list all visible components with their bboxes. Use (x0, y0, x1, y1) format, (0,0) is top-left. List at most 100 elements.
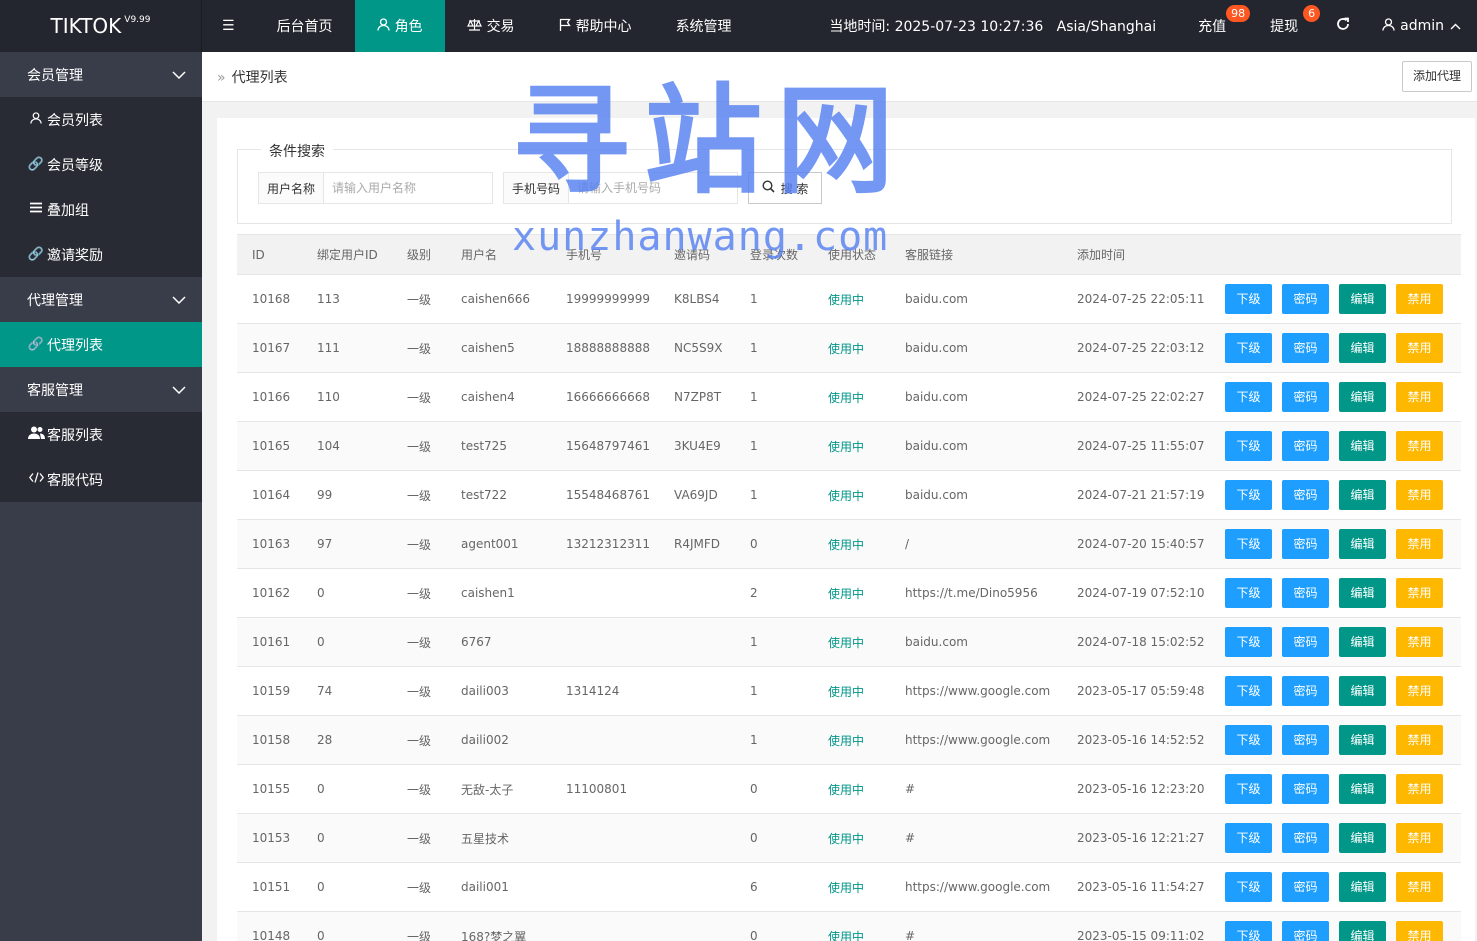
disable-button[interactable]: 禁用 (1396, 921, 1443, 941)
sidebar-item-service-list[interactable]: 客服列表 (0, 412, 202, 457)
menu-toggle-button[interactable]: ☰ (202, 0, 255, 52)
disable-button[interactable]: 禁用 (1396, 529, 1443, 559)
refresh-button[interactable] (1320, 0, 1366, 52)
password-button[interactable]: 密码 (1282, 578, 1329, 608)
table-cell: 0 (735, 519, 813, 569)
sidebar-item-agent-list[interactable]: 🔗 代理列表 (0, 322, 202, 367)
edit-button[interactable]: 编辑 (1339, 774, 1386, 804)
subordinate-button[interactable]: 下级 (1225, 921, 1272, 941)
recharge-button[interactable]: 充值 98 (1176, 0, 1251, 52)
password-button[interactable]: 密码 (1282, 676, 1329, 706)
refresh-icon (1336, 17, 1350, 35)
app-logo[interactable]: TIKTOK V9.99 (0, 0, 202, 52)
nav-role[interactable]: 角色 (354, 0, 445, 52)
sidebar-group-members[interactable]: 会员管理 (0, 52, 202, 97)
subordinate-button[interactable]: 下级 (1225, 578, 1272, 608)
edit-button[interactable]: 编辑 (1339, 431, 1386, 461)
disable-button[interactable]: 禁用 (1396, 627, 1443, 657)
disable-button[interactable]: 禁用 (1396, 333, 1443, 363)
nav-system[interactable]: 系统管理 (654, 0, 754, 52)
edit-button[interactable]: 编辑 (1339, 725, 1386, 755)
table-cell: 10164 (237, 470, 302, 520)
edit-button[interactable]: 编辑 (1339, 676, 1386, 706)
edit-button[interactable]: 编辑 (1339, 578, 1386, 608)
disable-button[interactable]: 禁用 (1396, 284, 1443, 314)
disable-button[interactable]: 禁用 (1396, 872, 1443, 902)
edit-button[interactable]: 编辑 (1339, 529, 1386, 559)
subordinate-button[interactable]: 下级 (1225, 284, 1272, 314)
table-cell: 74 (302, 666, 392, 716)
password-button[interactable]: 密码 (1282, 333, 1329, 363)
password-button[interactable]: 密码 (1282, 921, 1329, 941)
add-agent-button[interactable]: 添加代理 (1401, 61, 1472, 92)
edit-button[interactable]: 编辑 (1339, 382, 1386, 412)
table-row: 10168 113 一级 caishen666 19999999999 K8LBS4 1 使用… (237, 274, 1461, 324)
nav-home[interactable]: 后台首页 (255, 0, 355, 52)
phone-input[interactable] (569, 173, 737, 203)
table-cell: daili001 (446, 862, 551, 912)
username-input[interactable] (324, 173, 492, 203)
sidebar-item-member-level[interactable]: 🔗 会员等级 (0, 142, 202, 187)
disable-button[interactable]: 禁用 (1396, 431, 1443, 461)
password-button[interactable]: 密码 (1282, 529, 1329, 559)
withdraw-button[interactable]: 提现 6 (1248, 0, 1321, 52)
password-button[interactable]: 密码 (1282, 725, 1329, 755)
subordinate-button[interactable]: 下级 (1225, 774, 1272, 804)
edit-button[interactable]: 编辑 (1339, 480, 1386, 510)
disable-button[interactable]: 禁用 (1396, 823, 1443, 853)
edit-button[interactable]: 编辑 (1339, 284, 1386, 314)
edit-button[interactable]: 编辑 (1339, 921, 1386, 941)
disable-button[interactable]: 禁用 (1396, 725, 1443, 755)
disable-button[interactable]: 禁用 (1396, 480, 1443, 510)
table-cell: / (890, 519, 1062, 569)
sidebar-item-service-code[interactable]: 客服代码 (0, 457, 202, 502)
subordinate-button[interactable]: 下级 (1225, 872, 1272, 902)
column-header: 手机号 (551, 234, 659, 275)
password-button[interactable]: 密码 (1282, 872, 1329, 902)
password-button[interactable]: 密码 (1282, 284, 1329, 314)
disable-button[interactable]: 禁用 (1396, 676, 1443, 706)
list-icon (27, 202, 45, 217)
disable-button[interactable]: 禁用 (1396, 578, 1443, 608)
sidebar-item-invite-reward[interactable]: 🔗 邀请奖励 (0, 232, 202, 277)
subordinate-button[interactable]: 下级 (1225, 382, 1272, 412)
subordinate-button[interactable]: 下级 (1225, 725, 1272, 755)
sidebar-item-member-list[interactable]: 会员列表 (0, 97, 202, 142)
nav-help[interactable]: 帮助中心 (537, 0, 654, 52)
sidebar-item-stack-group[interactable]: 叠加组 (0, 187, 202, 232)
subordinate-button[interactable]: 下级 (1225, 627, 1272, 657)
subordinate-button[interactable]: 下级 (1225, 529, 1272, 559)
column-header: ID (237, 234, 302, 275)
subordinate-button[interactable]: 下级 (1225, 431, 1272, 461)
table-cell: K8LBS4 (659, 274, 735, 324)
password-button[interactable]: 密码 (1282, 480, 1329, 510)
subordinate-button[interactable]: 下级 (1225, 676, 1272, 706)
user-menu[interactable]: admin (1366, 0, 1477, 52)
edit-button[interactable]: 编辑 (1339, 627, 1386, 657)
sidebar-group-agents[interactable]: 代理管理 (0, 277, 202, 322)
disable-button[interactable]: 禁用 (1396, 774, 1443, 804)
table-cell: 10158 (237, 715, 302, 765)
subordinate-button[interactable]: 下级 (1225, 823, 1272, 853)
nav-system-label: 系统管理 (675, 19, 732, 35)
edit-button[interactable]: 编辑 (1339, 823, 1386, 853)
table-cell: 15548468761 (551, 470, 659, 520)
sidebar-group-service[interactable]: 客服管理 (0, 367, 202, 412)
password-button[interactable]: 密码 (1282, 382, 1329, 412)
edit-button[interactable]: 编辑 (1339, 333, 1386, 363)
subordinate-button[interactable]: 下级 (1225, 333, 1272, 363)
agent-table-wrap: ID 绑定用户ID 级别 用户名 手机号 邀请码 登录次数 使用状态 客服链接 添加时间 1016… (237, 234, 1461, 941)
password-button[interactable]: 密码 (1282, 823, 1329, 853)
nav-trade[interactable]: 交易 (445, 0, 537, 52)
edit-button[interactable]: 编辑 (1339, 872, 1386, 902)
table-cell: baidu.com (890, 274, 1062, 324)
sidebar-group-label: 会员管理 (27, 67, 83, 84)
password-button[interactable]: 密码 (1282, 627, 1329, 657)
subordinate-button[interactable]: 下级 (1225, 480, 1272, 510)
password-button[interactable]: 密码 (1282, 431, 1329, 461)
table-cell (551, 862, 659, 912)
search-button[interactable]: 搜 索 (748, 172, 822, 204)
table-cell: 10148 (237, 911, 302, 941)
disable-button[interactable]: 禁用 (1396, 382, 1443, 412)
password-button[interactable]: 密码 (1282, 774, 1329, 804)
